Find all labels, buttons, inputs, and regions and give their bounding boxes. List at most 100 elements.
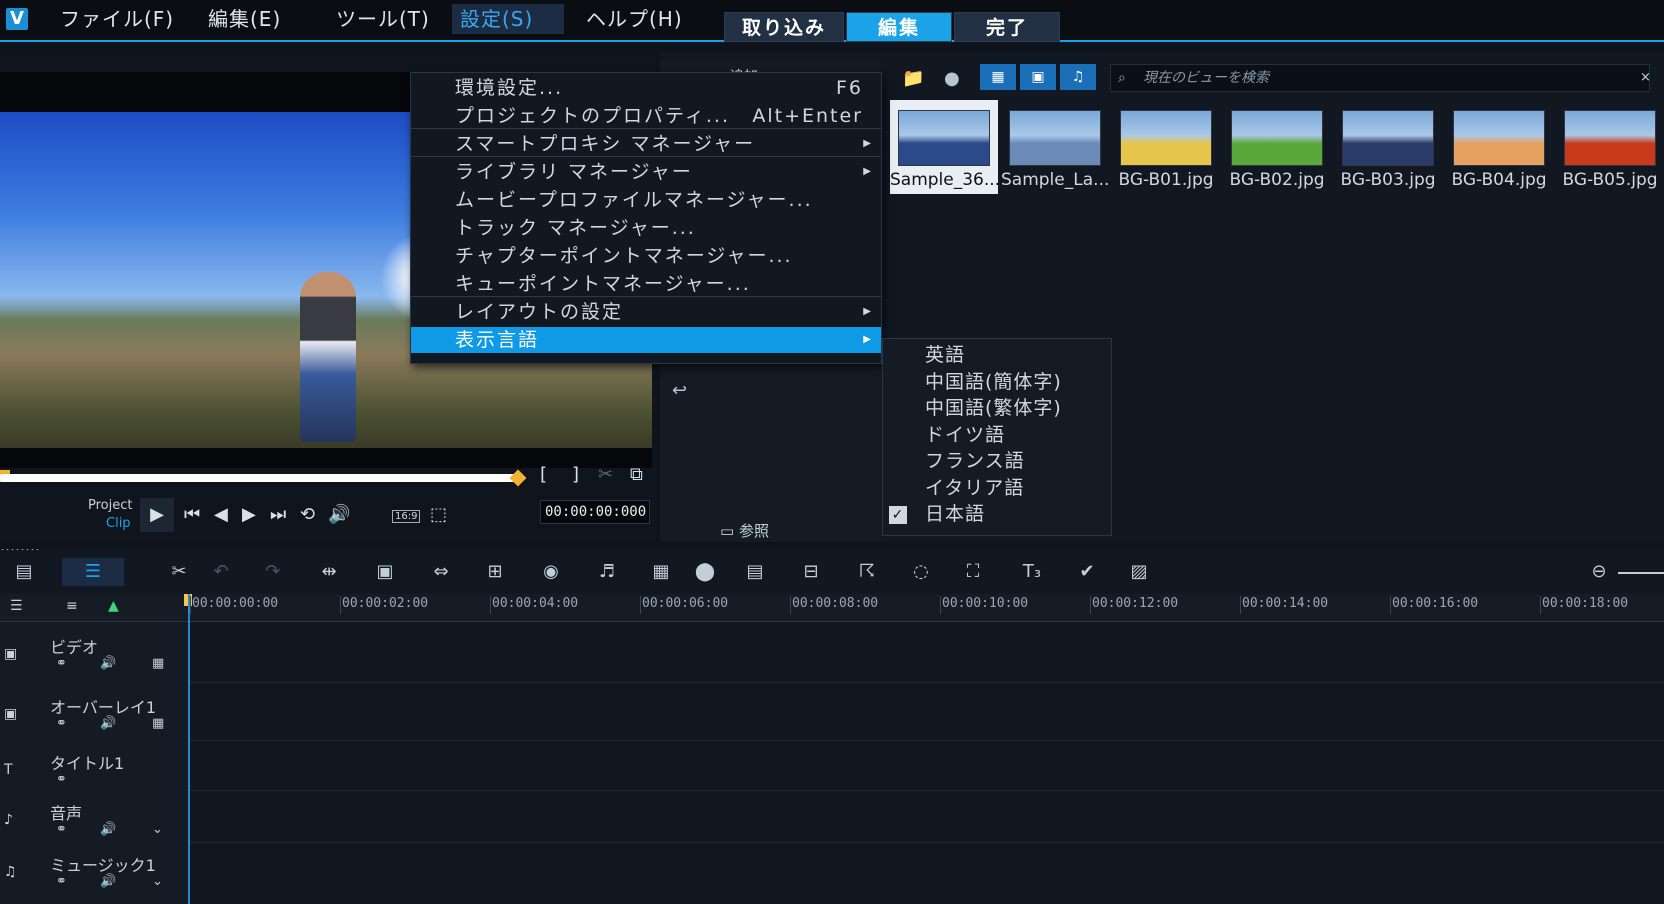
color-grading-icon[interactable]: ◉ xyxy=(536,558,566,586)
zoom-out-icon[interactable]: ⊖ xyxy=(1584,558,1614,586)
link-icon[interactable]: ⚭ xyxy=(56,716,67,731)
mute-icon[interactable]: 🔊 xyxy=(100,716,116,731)
menu-settings[interactable]: 設定(S) xyxy=(452,4,564,34)
menu-file[interactable]: ファイル(F) xyxy=(52,4,182,34)
mask-icon[interactable]: ◌ xyxy=(906,558,936,586)
enable-ripple-icon[interactable]: ▲ xyxy=(108,598,119,614)
clip-mode-label[interactable]: Clip xyxy=(106,516,131,531)
settings-menu-item[interactable]: 環境設定... F6 xyxy=(411,75,881,101)
link-icon[interactable]: ⚭ xyxy=(56,874,67,889)
pan-zoom-icon[interactable]: ⊞ xyxy=(480,558,510,586)
track-transparency-icon[interactable]: ▦ xyxy=(152,656,164,671)
thumbnail-item[interactable]: BG-B04.jpg xyxy=(1445,100,1553,194)
transition-icon[interactable]: ↩ xyxy=(672,380,687,401)
link-icon[interactable]: ⚭ xyxy=(56,822,67,837)
menu-help[interactable]: ヘルプ(H) xyxy=(578,4,691,34)
language-option[interactable]: 中国語(繁体字) xyxy=(883,394,1111,422)
mark-in-button[interactable]: [ xyxy=(540,464,547,485)
audio-icon[interactable]: ♬ xyxy=(592,558,622,586)
record-screen-icon[interactable]: ▣ xyxy=(370,558,400,586)
language-option[interactable]: ドイツ語 xyxy=(883,421,1111,449)
stabilize-icon[interactable]: ⛶ xyxy=(958,558,988,586)
track-manager-icon[interactable]: ☰ xyxy=(10,598,23,614)
settings-menu-item[interactable]: スマートプロキシ マネージャー ▶ xyxy=(411,131,881,157)
zoom-slider[interactable] xyxy=(1618,572,1664,574)
trim-end-marker[interactable] xyxy=(509,469,527,487)
3d-title-icon[interactable]: T₃ xyxy=(1012,558,1052,586)
show-audio-tab[interactable]: ♫ xyxy=(1060,64,1096,90)
thumbnail-item[interactable]: BG-B03.jpg xyxy=(1334,100,1442,194)
mute-icon[interactable]: 🔊 xyxy=(100,822,116,837)
settings-menu-item[interactable]: プロジェクトのプロパティ... Alt+Enter xyxy=(411,103,881,129)
smart-package-icon[interactable]: ✔ xyxy=(1072,558,1102,586)
undo-icon[interactable]: ↶ xyxy=(206,558,236,586)
import-media-icon[interactable]: 📁 xyxy=(902,68,924,89)
language-option[interactable]: ✓ 日本語 xyxy=(883,500,1111,528)
motion-tracking-icon[interactable]: ☈ xyxy=(852,558,882,586)
repeat-icon[interactable]: ⟲ xyxy=(300,504,315,525)
settings-menu-item[interactable]: ライブラリ マネージャー ▶ xyxy=(411,159,881,185)
crop-tool-icon[interactable]: ⬚ xyxy=(430,504,447,525)
go-to-end-icon[interactable]: ⏭ xyxy=(270,504,286,525)
highlight-icon[interactable]: ▨ xyxy=(1124,558,1154,586)
menu-tools[interactable]: ツール(T) xyxy=(328,4,438,34)
settings-menu-item[interactable]: レイアウトの設定 ▶ xyxy=(411,299,881,325)
project-mode-label[interactable]: Project xyxy=(88,498,132,513)
split-clip-icon[interactable]: ✂ xyxy=(598,464,613,485)
mute-icon[interactable]: 🔊 xyxy=(100,874,116,889)
thumbnail-item[interactable]: BG-B01.jpg xyxy=(1112,100,1220,194)
settings-menu-item[interactable]: 表示言語 ▶ xyxy=(411,327,881,353)
show-photos-tab[interactable]: ▣ xyxy=(1020,64,1056,90)
browse-button[interactable]: ▭ 参照 xyxy=(720,520,769,541)
enlarge-preview-icon[interactable]: ⧉ xyxy=(630,464,643,485)
link-icon[interactable]: ⚭ xyxy=(56,656,67,671)
add-track-icon[interactable]: ≡ xyxy=(66,598,78,614)
tab-edit[interactable]: 編集 xyxy=(846,12,952,42)
language-option[interactable]: 中国語(簡体字) xyxy=(883,368,1111,396)
thumbnail-item[interactable]: BG-B02.jpg xyxy=(1223,100,1331,194)
previous-frame-icon[interactable]: ◀ xyxy=(214,504,228,525)
tab-share[interactable]: 完了 xyxy=(954,12,1060,42)
blend-icon[interactable]: ⬤ xyxy=(690,558,720,586)
thumbnail-item[interactable]: Sample_La... xyxy=(1001,100,1109,194)
library-search-input[interactable]: 現在のビューを検索 xyxy=(1110,64,1650,92)
go-to-start-icon[interactable]: ⏮ xyxy=(184,504,200,525)
play-icon[interactable]: ▶ xyxy=(140,498,174,532)
volume-icon[interactable]: 🔊 xyxy=(328,504,350,525)
settings-menu-item[interactable]: キューポイントマネージャー... xyxy=(411,271,881,297)
timeline-tracks[interactable] xyxy=(0,622,1664,904)
language-option[interactable]: 英語 xyxy=(883,341,1111,369)
redo-icon[interactable]: ↷ xyxy=(258,558,288,586)
scrub-bar[interactable] xyxy=(0,474,520,482)
split-screen-icon[interactable]: ⊟ xyxy=(796,558,826,586)
mark-out-button[interactable]: ] xyxy=(572,464,579,485)
next-frame-icon[interactable]: ▶ xyxy=(242,504,256,525)
thumbnail-item[interactable]: BG-B05.jpg xyxy=(1556,100,1664,194)
settings-menu-item[interactable]: ムービープロファイルマネージャー... xyxy=(411,187,881,213)
expand-track-icon[interactable]: ⌄ xyxy=(152,874,163,889)
storyboard-view-icon[interactable]: ▤ xyxy=(8,558,40,586)
toolbox-icon[interactable]: ✂ xyxy=(164,558,194,586)
aspect-ratio-button[interactable]: 16:9 xyxy=(392,510,421,523)
language-option[interactable]: イタリア語 xyxy=(883,474,1111,502)
language-option[interactable]: フランス語 xyxy=(883,447,1111,475)
thumbnail-item[interactable]: Sample_36... xyxy=(890,100,998,194)
tab-capture[interactable]: 取り込み xyxy=(724,12,844,42)
track-transparency-icon[interactable]: ▦ xyxy=(152,716,164,731)
settings-menu-item-label: スマートプロキシ マネージャー xyxy=(455,133,756,155)
settings-menu-item[interactable]: チャプターポイントマネージャー... xyxy=(411,243,881,269)
fit-project-icon[interactable]: ⇹ xyxy=(314,558,344,586)
subtitle-icon[interactable]: ▤ xyxy=(740,558,770,586)
ripple-icon[interactable]: ⇔ xyxy=(426,558,456,586)
online-media-icon[interactable]: ● xyxy=(944,68,960,89)
mute-icon[interactable]: 🔊 xyxy=(100,656,116,671)
link-icon[interactable]: ⚭ xyxy=(56,772,67,787)
timecode-display[interactable]: 00:00:00:000 xyxy=(540,500,650,524)
settings-menu-item[interactable]: トラック マネージャー... xyxy=(411,215,881,241)
expand-track-icon[interactable]: ⌄ xyxy=(152,822,163,837)
timeline-view-icon[interactable]: ☰ xyxy=(62,558,124,586)
clear-search-icon[interactable]: × xyxy=(1640,70,1651,85)
multicam-icon[interactable]: ▦ xyxy=(646,558,676,586)
show-videos-tab[interactable]: ▦ xyxy=(980,64,1016,90)
menu-edit[interactable]: 編集(E) xyxy=(200,4,289,34)
